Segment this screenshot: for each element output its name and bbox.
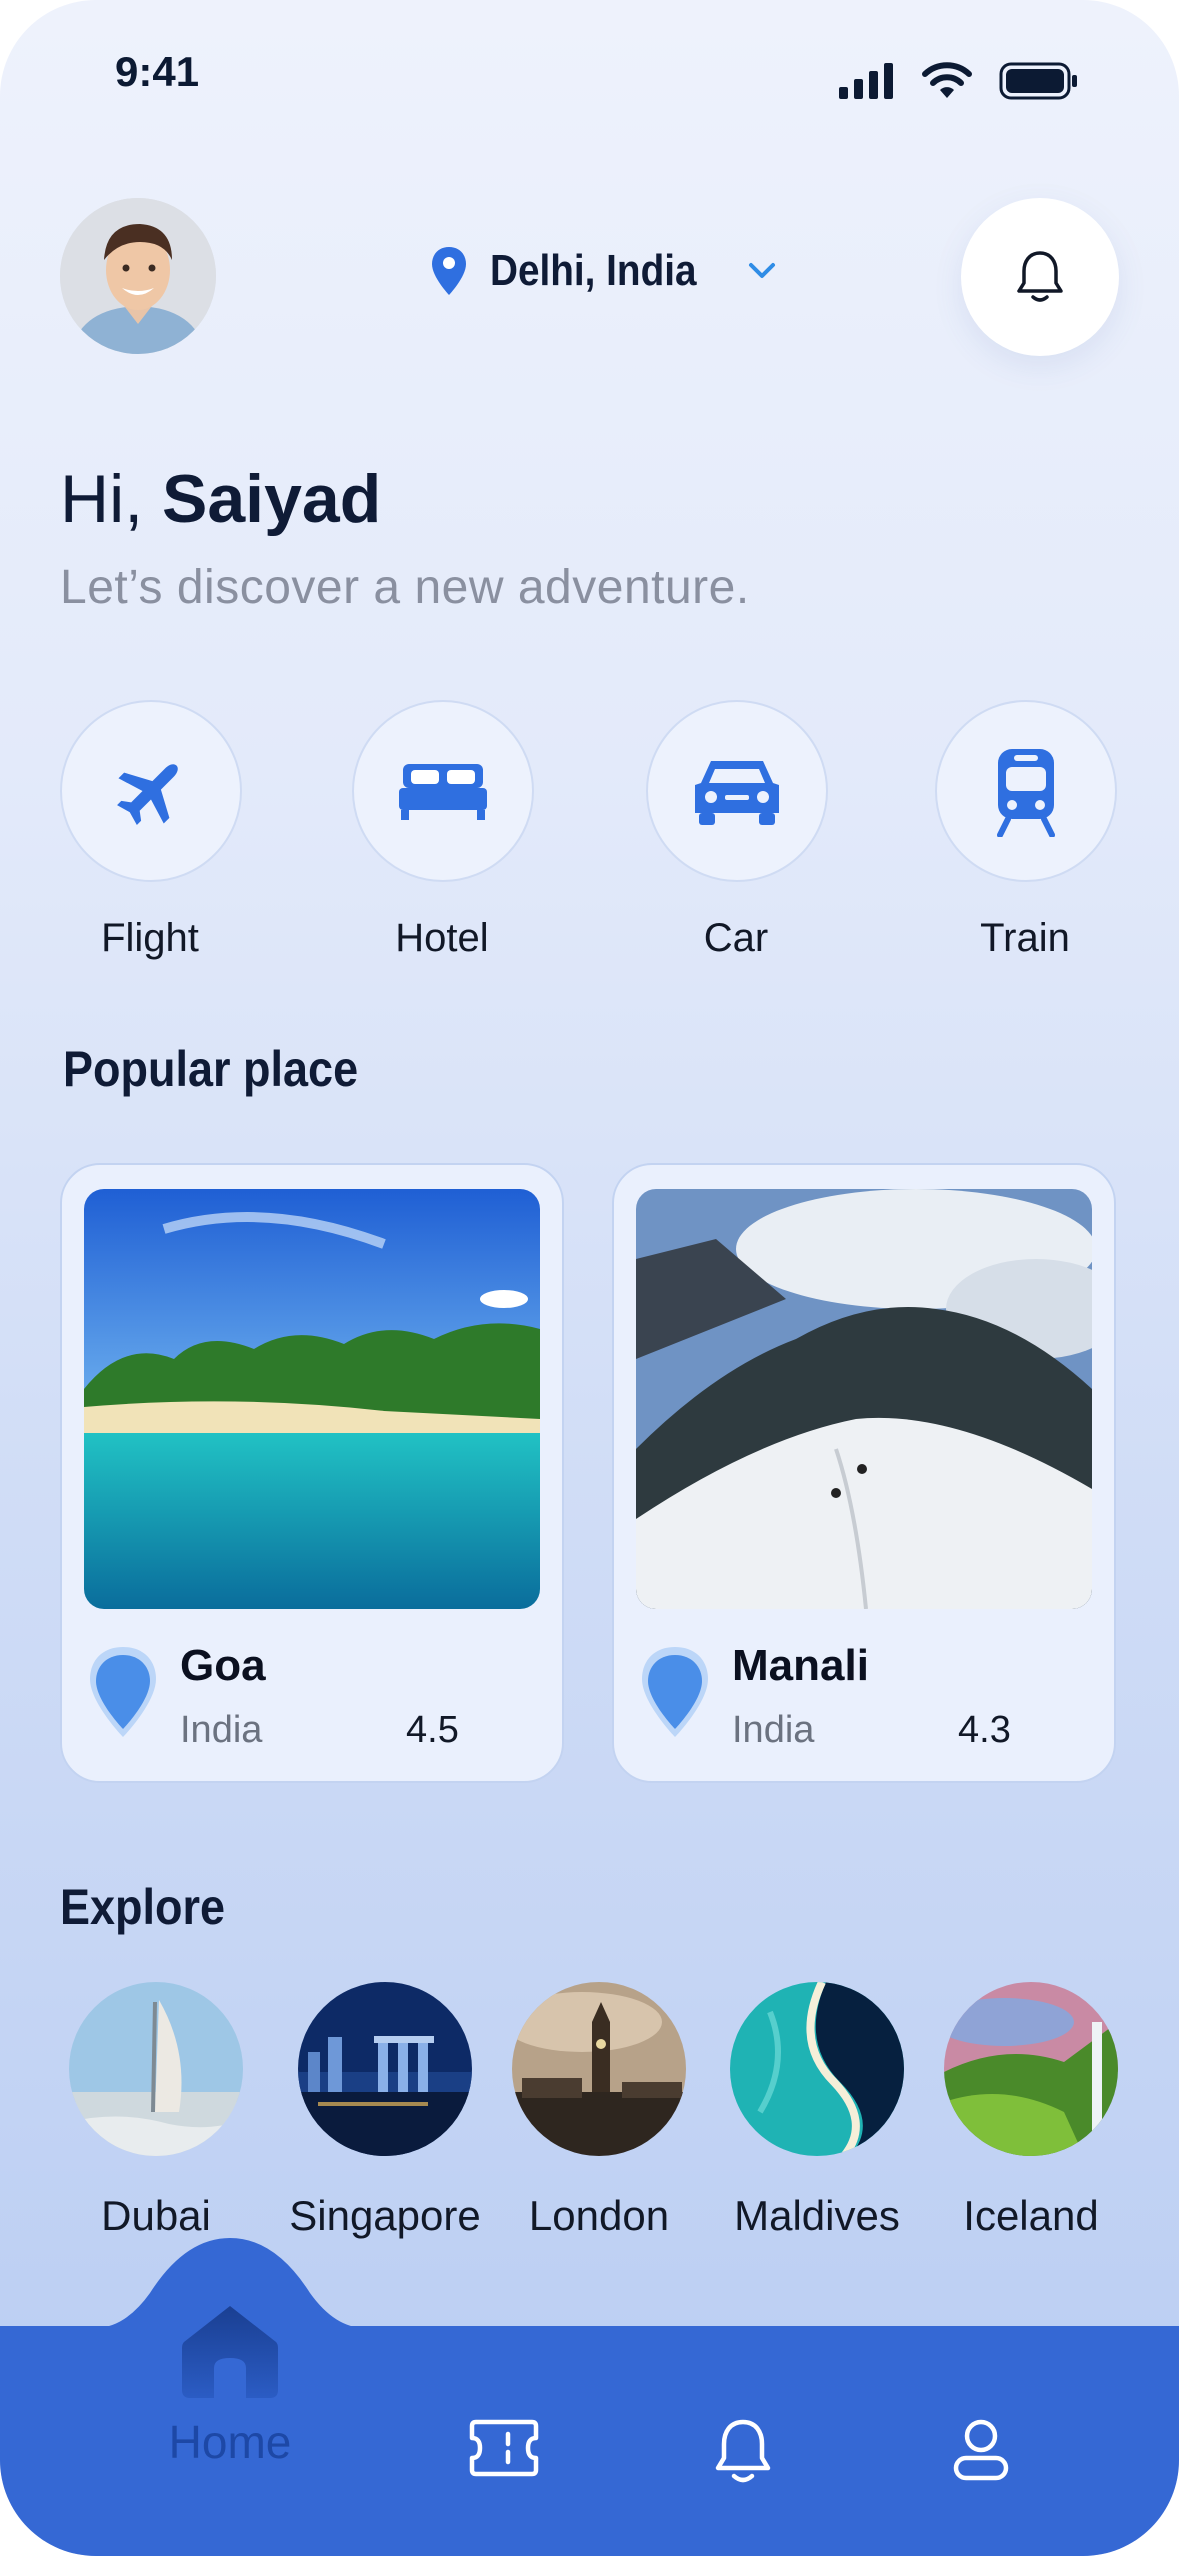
place-image-manali bbox=[636, 1189, 1092, 1609]
explore-label: London bbox=[528, 2192, 670, 2239]
status-time: 9:41 bbox=[115, 48, 200, 95]
explore-item-maldives[interactable]: Maldives bbox=[702, 1982, 932, 2240]
explore-image-singapore bbox=[298, 1982, 472, 2156]
location-pin-icon bbox=[90, 1647, 156, 1737]
explore-image-london bbox=[512, 1982, 686, 2156]
location-label: Delhi, India bbox=[490, 246, 697, 295]
category-train[interactable]: Train bbox=[935, 700, 1117, 961]
greeting-subtitle: Let’s discover a new adventure. bbox=[60, 561, 750, 614]
explore-item-iceland[interactable]: Iceland bbox=[916, 1982, 1146, 2240]
place-name: Manali bbox=[732, 1641, 869, 1690]
nav-home-label: Home bbox=[168, 2416, 292, 2468]
explore-label: Singapore bbox=[289, 2192, 481, 2239]
place-image-goa bbox=[84, 1189, 540, 1609]
category-car-circle[interactable] bbox=[646, 700, 828, 882]
place-card-goa[interactable]: Goa India 4.5 bbox=[60, 1163, 564, 1783]
chevron-down-icon[interactable] bbox=[747, 261, 777, 281]
app-screen: 9:41 Delhi, India Hi, Saiyad Let’s disco… bbox=[0, 0, 1179, 2556]
category-label: Car bbox=[703, 916, 769, 960]
popular-title: Popular place bbox=[63, 1041, 359, 1097]
greeting-prefix: Hi, bbox=[60, 461, 162, 537]
location-pin-icon bbox=[432, 247, 466, 295]
nav-home[interactable]: Home bbox=[150, 2300, 310, 2469]
location-pin-icon bbox=[642, 1647, 708, 1737]
location-selector[interactable]: Delhi, India bbox=[430, 245, 777, 297]
place-name: Goa bbox=[180, 1641, 266, 1690]
bell-icon bbox=[1017, 251, 1063, 302]
category-flight-circle[interactable] bbox=[60, 700, 242, 882]
category-hotel[interactable]: Hotel bbox=[352, 700, 534, 961]
explore-image-iceland bbox=[944, 1982, 1118, 2156]
notification-button[interactable] bbox=[961, 198, 1119, 356]
explore-item-london[interactable]: London bbox=[484, 1982, 714, 2240]
battery-icon bbox=[999, 62, 1077, 100]
car-icon bbox=[695, 761, 779, 825]
place-country: India bbox=[180, 1709, 263, 1751]
category-hotel-circle[interactable] bbox=[352, 700, 534, 882]
explore-image-maldives bbox=[730, 1982, 904, 2156]
place-card-manali[interactable]: Manali India 4.3 bbox=[612, 1163, 1116, 1783]
airplane-icon bbox=[117, 764, 178, 825]
explore-label: Dubai bbox=[101, 2192, 211, 2239]
train-icon bbox=[997, 749, 1055, 837]
explore-item-singapore[interactable]: Singapore bbox=[270, 1982, 500, 2240]
user-name: Saiyad bbox=[162, 461, 382, 537]
place-rating: 4.5 bbox=[406, 1709, 459, 1751]
explore-label: Maldives bbox=[734, 2192, 900, 2239]
status-icons bbox=[839, 62, 1079, 100]
category-train-circle[interactable] bbox=[935, 700, 1117, 882]
wifi-icon bbox=[922, 62, 972, 98]
category-label: Train bbox=[980, 916, 1070, 960]
avatar[interactable] bbox=[60, 198, 216, 354]
bed-icon bbox=[399, 764, 487, 820]
signal-icon bbox=[839, 63, 893, 99]
explore-image-dubai bbox=[69, 1982, 243, 2156]
greeting: Hi, Saiyad bbox=[60, 460, 381, 538]
category-label: Flight bbox=[101, 916, 199, 960]
explore-label: Iceland bbox=[963, 2192, 1099, 2239]
bell-icon[interactable] bbox=[712, 2418, 774, 2486]
category-flight[interactable]: Flight bbox=[60, 700, 242, 961]
explore-item-dubai[interactable]: Dubai bbox=[41, 1982, 271, 2240]
category-car[interactable]: Car bbox=[646, 700, 828, 961]
place-rating: 4.3 bbox=[958, 1709, 1011, 1751]
profile-icon[interactable] bbox=[952, 2418, 1010, 2482]
ticket-icon[interactable] bbox=[468, 2418, 540, 2478]
category-label: Hotel bbox=[395, 916, 489, 960]
home-icon bbox=[182, 2306, 278, 2398]
explore-title: Explore bbox=[60, 1879, 226, 1935]
place-country: India bbox=[732, 1709, 815, 1751]
